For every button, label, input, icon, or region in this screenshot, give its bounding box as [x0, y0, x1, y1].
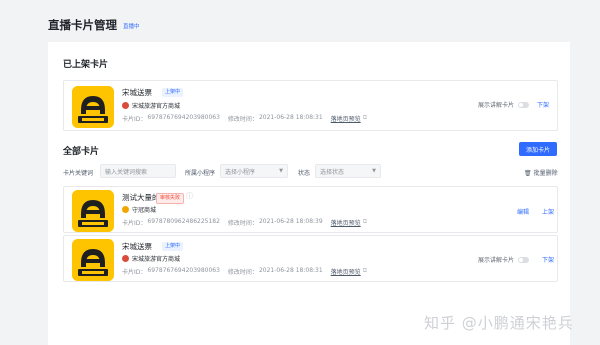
toggle-icon[interactable] [518, 101, 530, 108]
status-badge: 上架中 [162, 242, 184, 251]
chevron-down-icon: ▼ [279, 168, 283, 174]
modified-time: 2021-06-28 18:08:31 [258, 267, 323, 274]
status-badge: 审核失败 [156, 193, 185, 204]
card-id-value: 6978767694203980063 [147, 267, 220, 274]
listed-section-title: 已上架卡片 [63, 60, 109, 70]
status-select-value: 选择状态 [320, 168, 345, 176]
watermark: 知乎 @小鹏通宋艳兵 [424, 314, 574, 332]
card-list-item: 宋城送票 上架中 宋城旅游官方商城 卡片ID： 6978767694203980… [63, 235, 558, 282]
shop-info: 守冠商城 [122, 205, 156, 214]
copy-icon[interactable]: ⧉ [363, 267, 367, 276]
product-title: 宋城送票 [122, 88, 152, 97]
card-id-value: 697876769420398006​3 [147, 114, 220, 121]
add-card-button[interactable]: 添加卡片 [519, 142, 557, 156]
copy-icon[interactable]: ⧉ [363, 114, 367, 123]
product-title: 宋城送票 [122, 242, 152, 251]
card-id-label: 卡片ID： [122, 116, 147, 123]
info-icon[interactable]: ⓘ [186, 191, 193, 201]
batch-delete-label: 批量删除 [533, 170, 558, 177]
shop-info: 宋城旅游官方商城 [122, 101, 180, 110]
shop-name: 宋城旅游官方商城 [132, 256, 181, 263]
main-panel: 已上架卡片 宋城送票 上架中 宋城旅游官方商城 卡片ID： 6978767694… [48, 42, 570, 345]
shop-logo-icon [122, 255, 129, 262]
card-meta: 卡片ID： 697876769420398006​3 修改时间： 2021-06… [122, 114, 367, 123]
program-select-value: 选择小程序 [225, 168, 256, 176]
program-filter-label: 所属小程序 [185, 170, 216, 177]
explain-toggle-control: 展示讲解卡片 [478, 100, 530, 109]
keyword-placeholder: 输入关键词搜索 [105, 168, 148, 176]
modified-label: 修改时间： [227, 116, 258, 123]
car-logo-icon [72, 239, 114, 281]
car-logo-icon [72, 190, 114, 232]
card-id-value: 6978780962486225182 [147, 218, 220, 225]
delist-button[interactable]: 下架 [537, 100, 549, 109]
chevron-down-icon: ▼ [372, 168, 376, 174]
trash-icon: 🗑 [524, 170, 532, 177]
shop-logo-icon [122, 102, 129, 109]
card-meta: 卡片ID： 6978767694203980063 修改时间： 2021-06-… [122, 267, 367, 276]
shop-info: 宋城旅游官方商城 [122, 254, 180, 263]
card-id-label: 卡片ID： [122, 220, 147, 227]
status-filter-label: 状态 [298, 170, 311, 177]
listed-card: 宋城送票 上架中 宋城旅游官方商城 卡片ID： 6978767694203980… [63, 80, 558, 131]
modified-time: 2021-06-28 18:08:39 [258, 218, 323, 225]
all-section-title: 全部卡片 [63, 147, 100, 157]
keyword-filter-label: 卡片关键词 [63, 170, 94, 177]
live-status-badge: 直播中 [123, 24, 140, 30]
card-id-label: 卡片ID： [122, 269, 147, 276]
page-header: 直播卡片管理 直播中 [48, 17, 140, 33]
status-select[interactable]: 选择状态 ▼ [315, 164, 381, 178]
page-title: 直播卡片管理 [48, 18, 117, 32]
product-thumbnail [72, 190, 114, 232]
batch-delete-button[interactable]: 🗑 批量删除 [524, 168, 558, 177]
card-list-item: 测试大量的 审核失败 ⓘ 守冠商城 卡片ID： 6978780962486225… [63, 186, 558, 233]
status-badge: 上架中 [162, 88, 184, 97]
toggle-icon[interactable] [518, 256, 530, 263]
product-thumbnail [72, 86, 114, 128]
keyword-search-input[interactable]: 输入关键词搜索 [100, 164, 176, 178]
program-select[interactable]: 选择小程序 ▼ [220, 164, 288, 178]
modified-label: 修改时间： [227, 220, 258, 227]
product-thumbnail [72, 239, 114, 281]
modified-time: 2021-06-28 18:08:31 [258, 114, 323, 121]
explain-toggle-control: 展示讲解卡片 [478, 255, 530, 264]
landing-preview-link[interactable]: 落地页预览 [331, 267, 361, 276]
landing-preview-link[interactable]: 落地页预览 [331, 218, 361, 227]
list-button[interactable]: 上架 [542, 207, 554, 216]
landing-preview-link[interactable]: 落地页预览 [331, 114, 361, 123]
car-logo-icon [72, 86, 114, 128]
edit-button[interactable]: 编辑 [517, 207, 529, 216]
delist-button[interactable]: 下架 [542, 255, 554, 264]
card-meta: 卡片ID： 6978780962486225182 修改时间： 2021-06-… [122, 218, 367, 227]
toggle-label: 展示讲解卡片 [478, 102, 515, 109]
shop-name: 守冠商城 [132, 207, 157, 214]
shop-logo-icon [122, 206, 129, 213]
copy-icon[interactable]: ⧉ [363, 218, 367, 227]
toggle-label: 展示讲解卡片 [478, 257, 515, 264]
shop-name: 宋城旅游官方商城 [132, 103, 181, 110]
modified-label: 修改时间： [227, 269, 258, 276]
product-title: 测试大量的 [122, 193, 160, 202]
